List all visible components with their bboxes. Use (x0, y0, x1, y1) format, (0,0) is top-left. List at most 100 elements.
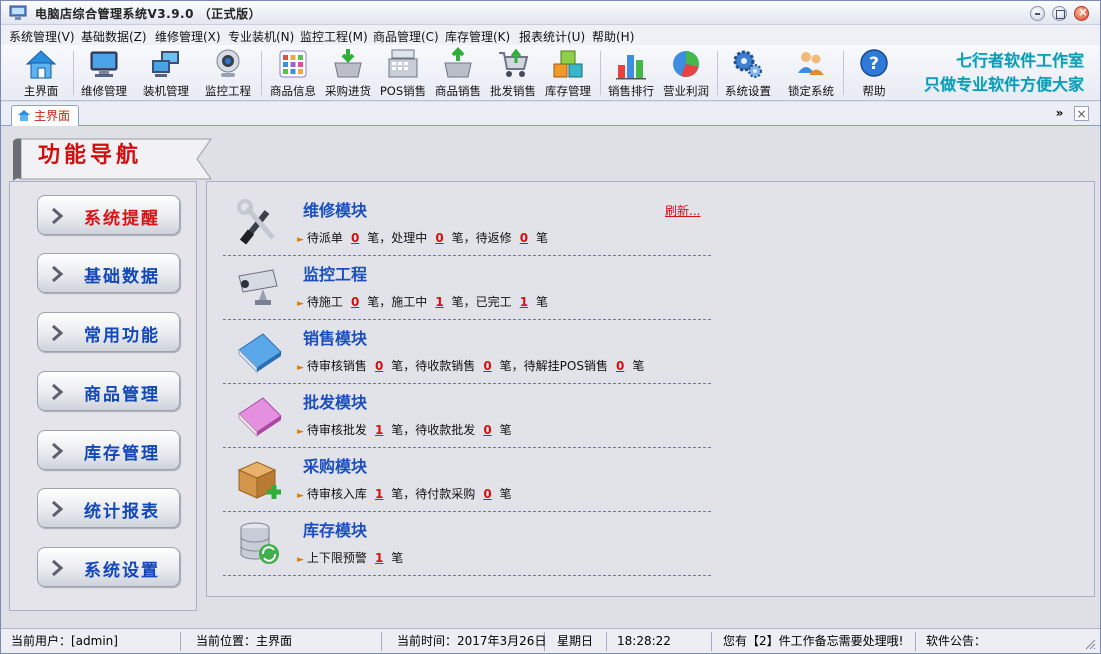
nav-button-basic-data[interactable]: 基础数据 (37, 253, 180, 293)
toolbar-sales-ranking-button[interactable]: 销售排行 (601, 47, 661, 99)
status-location: 当前位置：主界面 (186, 632, 382, 651)
computers-icon (152, 51, 179, 77)
module-sales: 销售模块 ► 待审核销售 0 笔，待收款销售 0 笔，待解挂POS销售 0 笔 (223, 320, 711, 384)
stat-pending-payment-sales[interactable]: 0 (483, 359, 491, 373)
menu-reports[interactable]: 报表统计(U) (519, 28, 585, 45)
stat-pending-review-inbound[interactable]: 1 (375, 487, 383, 501)
menu-help[interactable]: 帮助(H) (592, 28, 634, 45)
stat-pending-dispatch[interactable]: 0 (351, 231, 359, 245)
toolbar-label: 监控工程 (205, 84, 251, 98)
toolbar-inventory-button[interactable]: 库存管理 (538, 47, 598, 99)
menu-goods[interactable]: 商品管理(C) (373, 28, 439, 45)
menu-repair[interactable]: 维修管理(X) (155, 28, 221, 45)
nav-button-label: 系统设置 (84, 561, 160, 581)
stat-pending-return[interactable]: 0 (520, 231, 528, 245)
menu-system[interactable]: 系统管理(V) (9, 28, 75, 45)
toolbar-home-button[interactable]: 主界面 (11, 47, 71, 99)
toolbar-settings-button[interactable]: 系统设置 (718, 47, 778, 99)
bullet-icon: ► (297, 491, 304, 501)
stat-text: 笔，待付款采购 (391, 487, 476, 501)
resize-grip-icon[interactable] (1084, 638, 1096, 650)
toolbar-goods-info-button[interactable]: 商品信息 (263, 47, 323, 99)
toolbar-profit-button[interactable]: 营业利润 (656, 47, 716, 99)
database-sync-icon (240, 522, 279, 564)
cctv-camera-icon (238, 269, 278, 305)
close-button[interactable] (1074, 5, 1089, 21)
stat-label: 待审核批发 (306, 423, 367, 437)
menu-basic-data[interactable]: 基础数据(Z) (81, 28, 147, 45)
cart-icon (499, 48, 529, 77)
nav-button-system-reminder[interactable]: 系统提醒 (37, 195, 180, 235)
stat-pending-construction[interactable]: 0 (351, 295, 359, 309)
content-area: 功能导航 系统提醒 基础数据 常用功能 商品管理 库存管理 统计报表 系统设置 … (5, 127, 1096, 623)
stat-label: 待审核销售 (306, 359, 367, 373)
toolbar-label: 系统设置 (725, 84, 771, 98)
toolbar-lock-button[interactable]: 锁定系统 (781, 47, 841, 99)
stat-processing[interactable]: 0 (435, 231, 443, 245)
module-title: 采购模块 (303, 457, 368, 476)
bullet-icon: ► (297, 235, 304, 245)
app-icon (9, 5, 27, 20)
stat-text: 笔 (632, 359, 645, 373)
maximize-button[interactable] (1052, 6, 1067, 21)
module-title: 销售模块 (303, 329, 368, 348)
status-user: 当前用户：[admin] (1, 632, 181, 651)
toolbar-wholesale-button[interactable]: 批发销售 (483, 47, 543, 99)
cash-register-icon (388, 49, 418, 78)
toolbar: 主界面 维修管理 装机管理 监控工程 商品信息 采购进货 POS销售 商品销售 … (1, 45, 1100, 101)
tab-home[interactable]: 主界面 (11, 105, 80, 126)
tab-close-icon[interactable]: × (1074, 106, 1089, 121)
toolbar-surveillance-button[interactable]: 监控工程 (198, 47, 258, 99)
stat-pending-payment-wholesale[interactable]: 0 (483, 423, 491, 437)
nav-button-label: 库存管理 (84, 444, 160, 464)
nav-button-label: 统计报表 (84, 502, 160, 522)
module-stats: ► 待派单 0 笔，处理中 0 笔，待返修 0 笔 (297, 229, 548, 246)
module-stats: ► 待审核入库 1 笔，待付款采购 0 笔 (297, 485, 512, 502)
stat-label: 待派单 (306, 231, 343, 245)
status-bar: 当前用户：[admin] 当前位置：主界面 当前时间：2017年3月26日 星期… (1, 628, 1100, 653)
status-clock: 18:28:22 (607, 632, 712, 651)
stat-stock-limit-warning[interactable]: 1 (375, 551, 383, 565)
menu-inventory[interactable]: 库存管理(K) (445, 28, 510, 45)
toolbar-purchase-button[interactable]: 采购进货 (318, 47, 378, 99)
slogan-line1: 七行者软件工作室 (955, 51, 1084, 70)
toolbar-help-button[interactable]: ? 帮助 (844, 47, 904, 99)
nav-button-settings[interactable]: 系统设置 (37, 547, 180, 587)
nav-button-label: 基础数据 (84, 267, 160, 287)
module-title: 批发模块 (303, 393, 368, 412)
app-window: 电脑店综合管理系统V3.9.0 （正式版） 系统管理(V) 基础数据(Z) 维修… (0, 0, 1101, 654)
bullet-icon: ► (297, 363, 304, 373)
left-nav-panel: 系统提醒 基础数据 常用功能 商品管理 库存管理 统计报表 系统设置 (9, 181, 197, 611)
nav-button-goods[interactable]: 商品管理 (37, 371, 180, 411)
stat-label: 待审核入库 (306, 487, 367, 501)
nav-button-reports[interactable]: 统计报表 (37, 488, 180, 528)
stat-label: 待施工 (306, 295, 343, 309)
nav-button-inventory[interactable]: 库存管理 (37, 430, 180, 470)
stat-pending-pos[interactable]: 0 (616, 359, 624, 373)
minimize-button[interactable] (1030, 6, 1045, 21)
tab-label: 主界面 (34, 109, 71, 123)
stat-pending-review-sales[interactable]: 0 (375, 359, 383, 373)
menu-surveillance[interactable]: 监控工程(M) (300, 28, 368, 45)
toolbar-label: 销售排行 (608, 84, 654, 98)
toolbar-pos-button[interactable]: POS销售 (373, 47, 433, 99)
basket-out-icon (444, 47, 472, 78)
tab-bar: 主界面 » × (1, 102, 1100, 126)
stat-completed[interactable]: 1 (520, 295, 528, 309)
basket-in-icon (334, 49, 362, 78)
nav-button-common-functions[interactable]: 常用功能 (37, 312, 180, 352)
monitor-icon (90, 51, 118, 77)
menu-assembly[interactable]: 专业装机(N) (228, 28, 294, 45)
nav-button-label: 商品管理 (84, 385, 160, 405)
status-memo[interactable]: 您有【2】件工作备忘需要处理哦! (713, 632, 916, 651)
stat-text: 笔，处理中 (367, 231, 428, 245)
toolbar-repair-button[interactable]: 维修管理 (74, 47, 134, 99)
toolbar-goods-sales-button[interactable]: 商品销售 (428, 47, 488, 99)
tab-list-chevron-icon[interactable]: » (1052, 106, 1067, 121)
module-title: 维修模块 (303, 201, 368, 220)
stat-pending-review-wholesale[interactable]: 1 (375, 423, 383, 437)
stat-pending-payment-purchase[interactable]: 0 (483, 487, 491, 501)
stat-in-construction[interactable]: 1 (435, 295, 443, 309)
nav-title: 功能导航 (38, 142, 143, 168)
toolbar-assembly-button[interactable]: 装机管理 (136, 47, 196, 99)
